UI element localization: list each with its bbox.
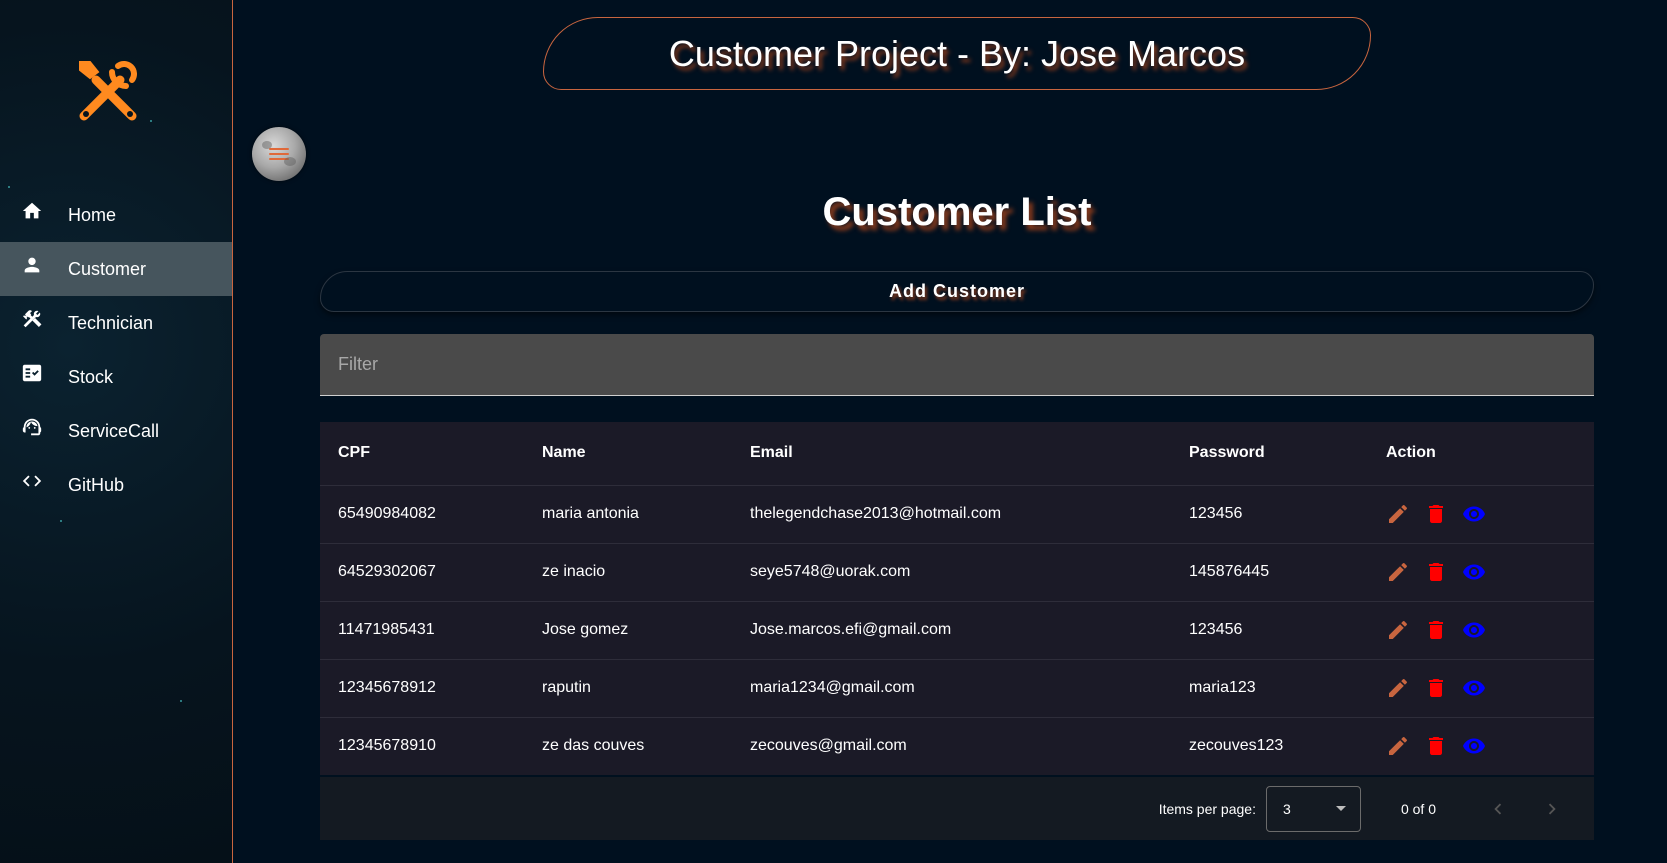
next-page-button[interactable] bbox=[1540, 797, 1564, 821]
sidebar-item-stock[interactable]: Stock bbox=[0, 350, 232, 404]
sidebar-nav: Home Customer Technician Stock ServiceCa… bbox=[0, 188, 232, 512]
build-icon bbox=[20, 307, 44, 331]
chevron-left-icon bbox=[1494, 803, 1502, 814]
column-header-password[interactable]: Password bbox=[1171, 422, 1368, 485]
view-icon[interactable] bbox=[1462, 734, 1486, 758]
cell-cpf: 64529302067 bbox=[320, 542, 524, 601]
delete-icon[interactable] bbox=[1424, 618, 1448, 642]
sidebar-item-label: Technician bbox=[68, 312, 154, 333]
table-row: 12345678912 raputin maria1234@gmail.com mar… bbox=[320, 658, 1594, 717]
person-icon bbox=[20, 253, 44, 277]
sidebar-item-label: Stock bbox=[68, 366, 114, 387]
add-customer-button[interactable]: Add Customer bbox=[320, 271, 1594, 312]
cell-name: maria antonia bbox=[524, 484, 732, 543]
cell-actions bbox=[1368, 658, 1594, 717]
filter-field bbox=[320, 334, 1594, 396]
sidebar-item-home[interactable]: Home bbox=[0, 188, 232, 242]
edit-icon[interactable] bbox=[1386, 734, 1410, 758]
sidebar-item-label: GitHub bbox=[68, 474, 125, 495]
table-header-row: CPF Name Email Password Action bbox=[320, 422, 1594, 485]
sidebar-item-label: Customer bbox=[68, 258, 147, 279]
items-per-page-label: Items per page: bbox=[1158, 800, 1256, 817]
star-decoration bbox=[180, 700, 182, 702]
cell-email: maria1234@gmail.com bbox=[732, 658, 1171, 717]
tools-icon bbox=[68, 50, 148, 130]
cell-password: 123456 bbox=[1171, 484, 1368, 543]
column-header-name[interactable]: Name bbox=[524, 422, 732, 485]
home-icon bbox=[20, 199, 44, 223]
edit-icon[interactable] bbox=[1386, 560, 1410, 584]
sidebar-item-customer[interactable]: Customer bbox=[0, 242, 232, 296]
sidebar-item-technician[interactable]: Technician bbox=[0, 296, 232, 350]
cell-cpf: 11471985431 bbox=[320, 600, 524, 659]
items-per-page-value: 3 bbox=[1282, 800, 1291, 817]
cell-actions bbox=[1368, 484, 1594, 543]
sidebar-item-github[interactable]: GitHub bbox=[0, 458, 232, 512]
cell-name: ze inacio bbox=[524, 542, 732, 601]
title-banner: Customer Project - By: Jose Marcos bbox=[543, 17, 1371, 90]
add-customer-label: Add Customer bbox=[888, 281, 1025, 301]
items-per-page-select[interactable]: 3 bbox=[1265, 785, 1361, 832]
cell-email: Jose.marcos.efi@gmail.com bbox=[732, 600, 1171, 659]
sidebar-item-label: Home bbox=[68, 204, 117, 225]
delete-icon[interactable] bbox=[1424, 676, 1448, 700]
cell-cpf: 12345678912 bbox=[320, 658, 524, 717]
support-agent-icon bbox=[20, 415, 44, 439]
view-icon[interactable] bbox=[1462, 502, 1486, 526]
app-title: Customer Project - By: Jose Marcos bbox=[668, 32, 1246, 74]
edit-icon[interactable] bbox=[1386, 502, 1410, 526]
cell-actions bbox=[1368, 542, 1594, 601]
code-icon bbox=[20, 469, 44, 493]
fact-check-icon bbox=[20, 361, 44, 385]
previous-page-button[interactable] bbox=[1486, 797, 1510, 821]
table-row: 11471985431 Jose gomez Jose.marcos.efi@gma… bbox=[320, 600, 1594, 659]
view-icon[interactable] bbox=[1462, 618, 1486, 642]
cell-password: 123456 bbox=[1171, 600, 1368, 659]
cell-actions bbox=[1368, 716, 1594, 775]
theme-menu-toggle[interactable] bbox=[252, 127, 306, 181]
cell-password: maria123 bbox=[1171, 658, 1368, 717]
page-range-label: 0 of 0 bbox=[1400, 800, 1436, 817]
delete-icon[interactable] bbox=[1424, 734, 1448, 758]
delete-icon[interactable] bbox=[1424, 502, 1448, 526]
delete-icon[interactable] bbox=[1424, 560, 1448, 584]
cell-actions bbox=[1368, 600, 1594, 659]
sidebar-item-servicecall[interactable]: ServiceCall bbox=[0, 404, 232, 458]
sidebar-item-label: ServiceCall bbox=[68, 420, 160, 441]
edit-icon[interactable] bbox=[1386, 618, 1410, 642]
cell-email: thelegendchase2013@hotmail.com bbox=[732, 484, 1171, 543]
star-decoration bbox=[60, 520, 62, 522]
view-icon[interactable] bbox=[1462, 560, 1486, 584]
moon-crater bbox=[262, 141, 272, 149]
table-row: 64529302067 ze inacio seye5748@uorak.com 14… bbox=[320, 542, 1594, 601]
star-decoration bbox=[150, 120, 152, 122]
view-icon[interactable] bbox=[1462, 676, 1486, 700]
sidebar: Home Customer Technician Stock ServiceCa… bbox=[0, 0, 233, 863]
page-title: Customer List bbox=[822, 190, 1092, 234]
chevron-right-icon bbox=[1548, 803, 1556, 814]
cell-password: zecouves123 bbox=[1171, 716, 1368, 775]
cell-name: ze das couves bbox=[524, 716, 732, 775]
table-row: 12345678910 ze das couves zecouves@gmail.c… bbox=[320, 716, 1594, 775]
cell-cpf: 65490984082 bbox=[320, 484, 524, 543]
moon-crater bbox=[284, 157, 296, 166]
column-header-action: Action bbox=[1386, 444, 1436, 462]
filter-input[interactable] bbox=[338, 354, 1594, 375]
column-header-cpf[interactable]: CPF bbox=[320, 422, 524, 485]
paginator: Items per page: 3 0 of 0 bbox=[320, 777, 1594, 840]
table-row: 65490984082 maria antonia thelegendchase20… bbox=[320, 484, 1594, 543]
cell-name: raputin bbox=[524, 658, 732, 717]
cell-cpf: 12345678910 bbox=[320, 716, 524, 775]
customer-table: CPF Name Email Password Action 654909840… bbox=[320, 422, 1594, 775]
cell-name: Jose gomez bbox=[524, 600, 732, 659]
cell-password: 145876445 bbox=[1171, 542, 1368, 601]
column-header-email[interactable]: Email bbox=[732, 422, 1171, 485]
cell-email: seye5748@uorak.com bbox=[732, 542, 1171, 601]
cell-email: zecouves@gmail.com bbox=[732, 716, 1171, 775]
dropdown-caret-icon bbox=[1335, 806, 1346, 811]
edit-icon[interactable] bbox=[1386, 676, 1410, 700]
